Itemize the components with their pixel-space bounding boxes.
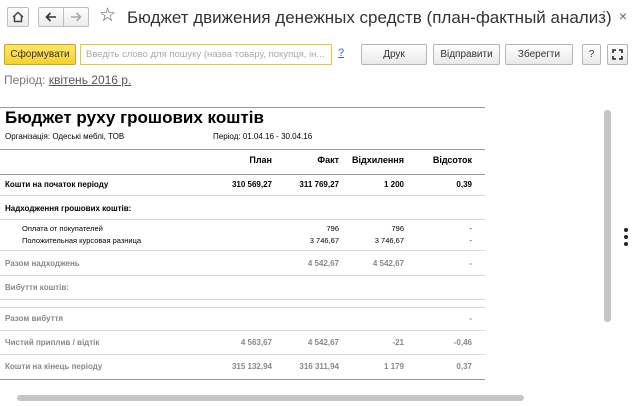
- divider: [0, 195, 485, 196]
- generate-button[interactable]: Сформувати: [4, 44, 76, 65]
- expand-icon: [612, 49, 623, 60]
- toolbar: Сформувати Введіть слово для пошуку (наз…: [0, 44, 640, 68]
- column-header-plan: План: [249, 155, 272, 165]
- period-link[interactable]: квітень 2016 р.: [49, 73, 132, 87]
- table-row: Вибуття коштів:: [5, 283, 69, 292]
- table-row: Чистий приплив / відтік 4 563,67 4 542,6…: [5, 338, 472, 347]
- divider: [0, 219, 485, 220]
- divider: [0, 299, 485, 300]
- report-period: Період: 01.04.16 - 30.04.16: [213, 132, 313, 141]
- divider: [0, 379, 485, 380]
- divider: [0, 307, 485, 308]
- divider: [0, 174, 485, 175]
- divider: [0, 149, 485, 150]
- table-row: Разом надходжень 4 542,67 4 542,67 -: [5, 259, 472, 268]
- send-button[interactable]: Відправити: [433, 44, 500, 65]
- forward-button[interactable]: [63, 7, 89, 27]
- report-sheet: Бюджет руху грошових коштів Організація:…: [0, 103, 605, 383]
- arrow-left-icon: [45, 12, 56, 22]
- help-button[interactable]: ?: [582, 44, 601, 65]
- divider: [0, 107, 485, 108]
- search-input[interactable]: Введіть слово для пошуку (назва товару, …: [80, 44, 332, 65]
- column-header-fact: Факт: [317, 155, 339, 165]
- window-header: ☆ Бюджет движения денежных средств (план…: [0, 0, 640, 36]
- table-row: Кошти на кінець періоду 315 132,94 316 3…: [5, 362, 472, 371]
- close-icon[interactable]: ×: [614, 6, 632, 26]
- divider: [0, 354, 485, 355]
- back-button[interactable]: [38, 7, 64, 27]
- table-row: Надходження грошових коштів:: [5, 204, 132, 213]
- home-button[interactable]: [7, 7, 29, 27]
- column-header-deviation: Відхилення: [352, 155, 404, 165]
- star-icon[interactable]: ☆: [99, 6, 116, 26]
- home-icon: [12, 11, 24, 23]
- search-help-link[interactable]: ?: [338, 47, 344, 59]
- print-button[interactable]: Друк: [361, 44, 427, 65]
- divider: [0, 330, 485, 331]
- report-title: Бюджет руху грошових коштів: [5, 108, 264, 127]
- period-selector: Період: квітень 2016 р.: [4, 73, 131, 87]
- vertical-scrollbar[interactable]: [604, 110, 611, 322]
- fullscreen-button[interactable]: [607, 44, 628, 65]
- more-vertical-icon[interactable]: [624, 228, 628, 249]
- horizontal-scrollbar[interactable]: [17, 395, 524, 401]
- window-title: Бюджет движения денежных средств (план-ф…: [127, 8, 612, 27]
- arrow-right-icon: [71, 12, 82, 22]
- save-button[interactable]: Зберегти: [505, 44, 573, 65]
- report-organization: Організація: Одеські меблі, ТОВ: [5, 132, 125, 141]
- divider: [0, 275, 485, 276]
- table-row: Положительная курсовая разница 3 746,67 …: [22, 236, 472, 245]
- divider: [0, 250, 485, 251]
- table-row: Разом вибуття -: [5, 314, 472, 323]
- more-vertical-icon[interactable]: ⋮: [595, 6, 613, 26]
- period-label: Період:: [4, 73, 46, 87]
- column-header-percent: Відсоток: [432, 155, 472, 165]
- table-row: Кошти на початок періоду 310 569,27 311 …: [5, 180, 472, 189]
